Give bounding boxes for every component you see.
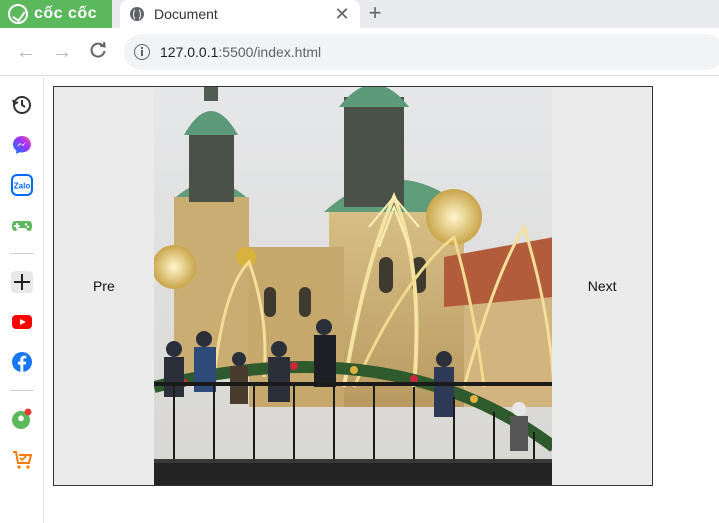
forward-button[interactable]: → [50,40,74,64]
tab-strip: cốc cốc Document ✕ + [0,0,719,28]
site-info-icon[interactable] [134,44,150,60]
prev-label: Pre [92,278,115,294]
sidebar-divider [10,390,34,391]
page-viewport: Pre Next [44,77,719,523]
church-christmas-photo [153,87,553,485]
url-path: :5500/index.html [218,44,322,60]
browser-brand[interactable]: cốc cốc [0,0,112,28]
next-label: Next [587,278,617,294]
reload-button[interactable] [86,40,110,64]
back-button[interactable]: ← [14,40,38,64]
history-icon[interactable] [11,94,33,116]
tab-document[interactable]: Document ✕ [120,0,360,28]
new-tab-button[interactable]: + [364,2,386,24]
brand-name: cốc cốc [34,5,98,22]
image-slider: Pre Next [53,86,653,486]
sidebar: Zalo [0,77,44,523]
url-host: 127.0.0.1 [160,44,219,60]
prev-button[interactable]: Pre [54,87,154,485]
youtube-icon[interactable] [11,311,33,333]
zalo-icon[interactable]: Zalo [11,174,33,196]
toolbar: ← → 127.0.0.1:5500/index.html [0,28,719,76]
next-button[interactable]: Next [552,87,653,485]
football-icon[interactable] [11,408,33,430]
facebook-icon[interactable] [11,351,33,373]
slide-image [153,87,553,485]
shopping-icon[interactable] [11,448,33,470]
games-icon[interactable] [11,214,33,236]
messenger-icon[interactable] [11,134,33,156]
coccoc-logo-icon [8,4,28,24]
add-icon[interactable] [11,271,33,293]
reload-icon [90,41,106,58]
address-bar[interactable]: 127.0.0.1:5500/index.html [124,34,719,70]
sidebar-divider [10,253,34,254]
close-tab-icon[interactable]: ✕ [332,4,352,24]
globe-icon [130,7,144,21]
zalo-label: Zalo [14,182,31,191]
tab-title: Document [154,6,218,22]
